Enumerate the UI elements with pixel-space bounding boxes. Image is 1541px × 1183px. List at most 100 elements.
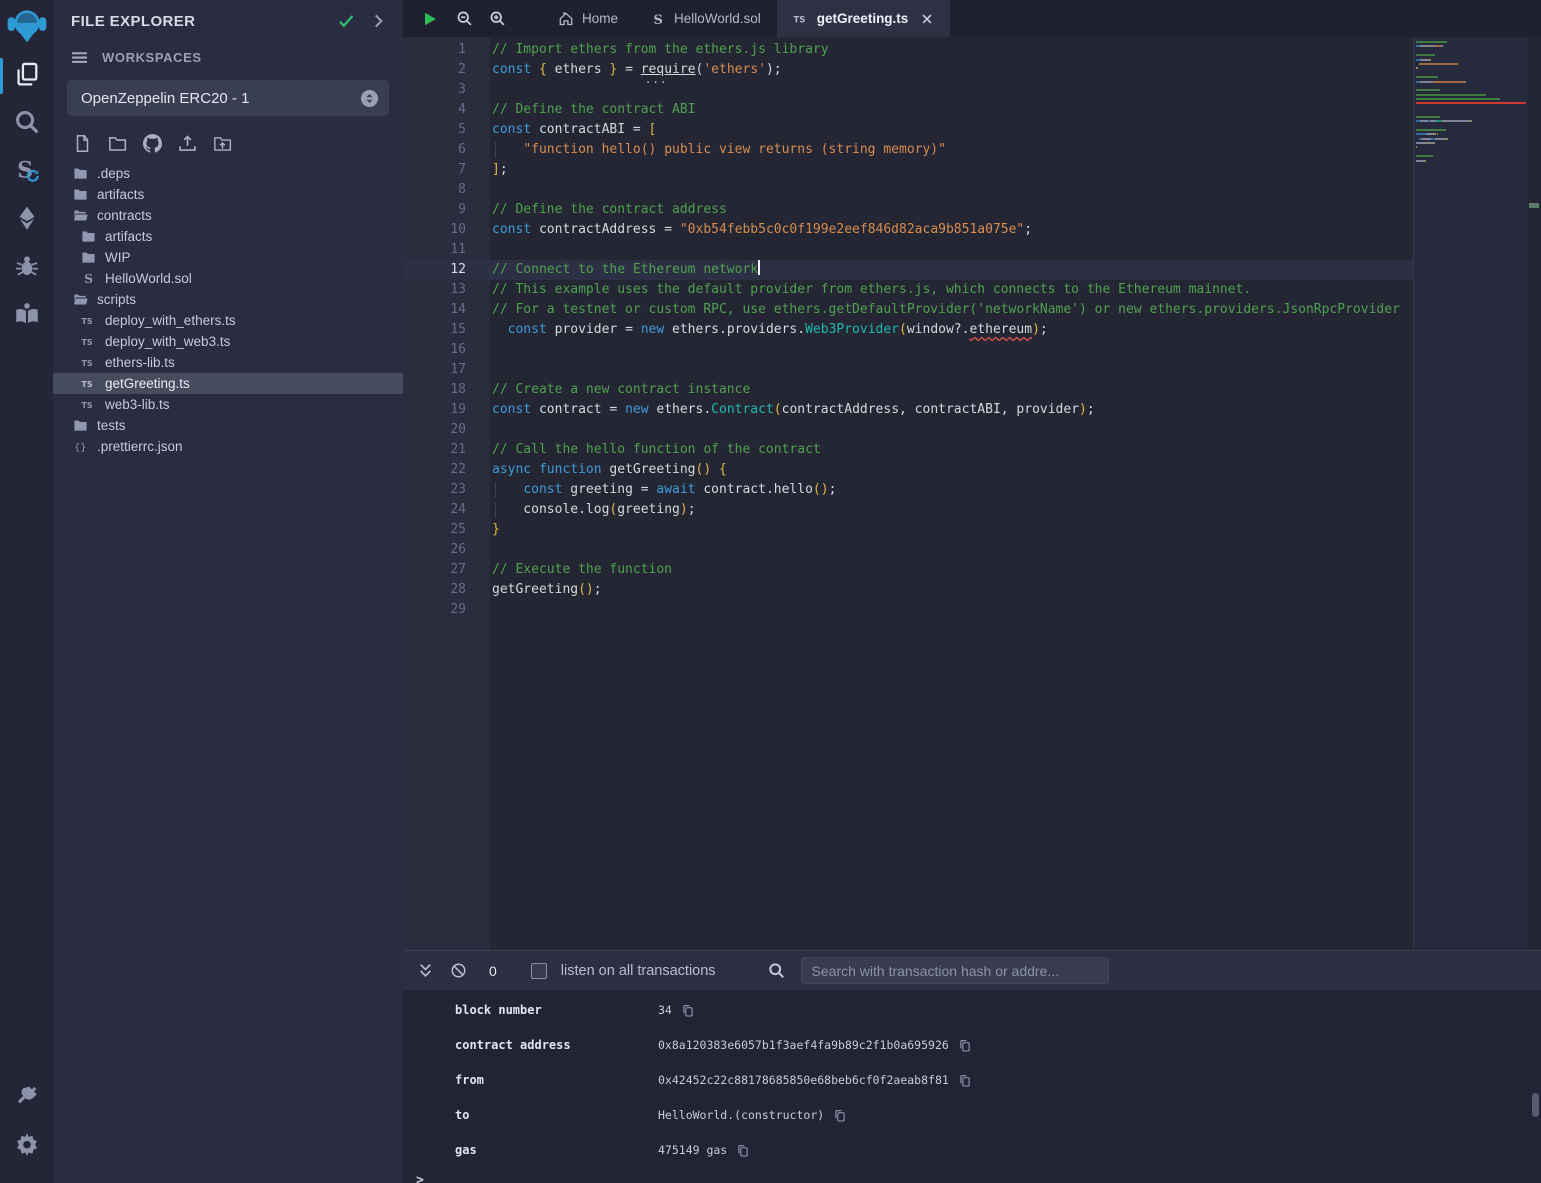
tree-item-deploy-with-ethers-ts[interactable]: TSdeploy_with_ethers.ts <box>53 310 403 331</box>
code-line-27[interactable]: 27 // Execute the function <box>403 560 1413 580</box>
chevron-right-icon[interactable] <box>369 12 387 30</box>
overview-ruler[interactable] <box>1528 37 1541 950</box>
upload-folder-button[interactable] <box>213 134 232 153</box>
code-line-10[interactable]: 10const contractAddress = "0xb54febb5c0c… <box>403 220 1413 240</box>
activity-item-settings[interactable] <box>0 1125 53 1169</box>
terminal-scrollbar-thumb[interactable] <box>1532 1093 1539 1117</box>
line-content: // This example uses the default provide… <box>492 280 1251 300</box>
tx-detail-value: 475149 gas <box>658 1143 727 1157</box>
clear-console-icon[interactable] <box>450 962 467 979</box>
code-line-6[interactable]: 6 "function hello() public view returns … <box>403 140 1413 160</box>
tab-helloworld-sol[interactable]: SHelloWorld.sol <box>634 0 777 37</box>
tree-item-wip[interactable]: WIP <box>53 247 403 268</box>
code-line-11[interactable]: 11 <box>403 240 1413 260</box>
workspaces-menu-icon[interactable] <box>71 49 88 66</box>
code-line-4[interactable]: 4// Define the contract ABI <box>403 100 1413 120</box>
tree-item-label: getGreeting.ts <box>105 376 190 391</box>
activity-item-file-explorer[interactable] <box>0 54 53 98</box>
copy-icon[interactable] <box>736 1143 750 1157</box>
accept-check-icon[interactable] <box>337 12 355 30</box>
activity-item-debugger[interactable] <box>0 246 53 290</box>
code-line-8[interactable]: 8 <box>403 180 1413 200</box>
tree-item-web3-lib-ts[interactable]: TSweb3-lib.ts <box>53 394 403 415</box>
activity-item-learneth[interactable] <box>0 294 53 338</box>
code-line-21[interactable]: 21// Call the hello function of the cont… <box>403 440 1413 460</box>
terminal-panel: 0 listen on all transactions block numbe… <box>403 950 1541 1183</box>
code-line-1[interactable]: 1// Import ethers from the ethers.js lib… <box>403 40 1413 60</box>
close-tab-icon[interactable] <box>920 12 934 26</box>
debugger-icon <box>14 253 40 284</box>
code-line-22[interactable]: 22async function getGreeting() { <box>403 460 1413 480</box>
copy-icon[interactable] <box>833 1108 847 1122</box>
zoom-out-button[interactable] <box>454 0 474 37</box>
activity-item-plugin-manager[interactable] <box>0 1077 53 1121</box>
code-line-26[interactable]: 26 <box>403 540 1413 560</box>
code-line-23[interactable]: 23 const greeting = await contract.hello… <box>403 480 1413 500</box>
tree-item-prettierrc-json[interactable]: {}.prettierrc.json <box>53 436 403 457</box>
tree-item-helloworld-sol[interactable]: SHelloWorld.sol <box>53 268 403 289</box>
line-number: 21 <box>403 440 466 460</box>
tree-item-tests[interactable]: tests <box>53 415 403 436</box>
code-line-5[interactable]: 5const contractABI = [ <box>403 120 1413 140</box>
code-area[interactable]: 1// Import ethers from the ethers.js lib… <box>403 37 1413 950</box>
tab-getgreeting-ts[interactable]: TSgetGreeting.ts <box>777 0 951 37</box>
tree-item-deps[interactable]: .deps <box>53 163 403 184</box>
code-line-24[interactable]: 24 console.log(greeting); <box>403 500 1413 520</box>
workspace-selector[interactable]: OpenZeppelin ERC20 - 1 <box>67 80 389 116</box>
tree-item-scripts[interactable]: scripts <box>53 289 403 310</box>
code-line-7[interactable]: 7]; <box>403 160 1413 180</box>
code-line-29[interactable]: 29 <box>403 600 1413 620</box>
terminal-prompt[interactable]: > <box>403 1167 1541 1183</box>
workspace-name: OpenZeppelin ERC20 - 1 <box>81 90 360 107</box>
upload-files-button[interactable] <box>178 134 197 153</box>
line-content: const { ethers } = require('ethers'); <box>492 60 782 80</box>
code-line-13[interactable]: 13// This example uses the default provi… <box>403 280 1413 300</box>
line-content: // Execute the function <box>492 560 672 580</box>
create-new-folder-button[interactable] <box>108 134 127 153</box>
code-line-20[interactable]: 20 <box>403 420 1413 440</box>
code-line-18[interactable]: 18// Create a new contract instance <box>403 380 1413 400</box>
code-line-12[interactable]: 12// Connect to the Ethereum network <box>403 260 1413 280</box>
code-editor[interactable]: 1// Import ethers from the ethers.js lib… <box>403 37 1541 950</box>
terminal-output: block number34contract address0x8a120383… <box>403 990 1541 1167</box>
code-line-14[interactable]: 14// For a testnet or custom RPC, use et… <box>403 300 1413 320</box>
zoom-in-button[interactable] <box>487 0 507 37</box>
activity-item-deploy-and-run[interactable] <box>0 198 53 242</box>
activity-item-solidity-compiler[interactable]: S <box>0 150 53 194</box>
tree-item-getgreeting-ts[interactable]: TSgetGreeting.ts <box>53 373 403 394</box>
terminal-search-input[interactable] <box>801 957 1109 984</box>
expand-terminal-icon[interactable] <box>417 962 434 979</box>
code-line-19[interactable]: 19const contract = new ethers.Contract(c… <box>403 400 1413 420</box>
line-number: 27 <box>403 560 466 580</box>
minimap-line <box>1416 94 1527 96</box>
tree-item-artifacts[interactable]: artifacts <box>53 184 403 205</box>
code-line-16[interactable]: 16 <box>403 340 1413 360</box>
folder-icon <box>73 418 88 433</box>
code-line-2[interactable]: 2const { ethers } = require('ethers'); <box>403 60 1413 80</box>
editor-tabs: HomeSHelloWorld.solTSgetGreeting.ts <box>542 0 950 37</box>
tree-item-deploy-with-web3-ts[interactable]: TSdeploy_with_web3.ts <box>53 331 403 352</box>
create-new-file-button[interactable] <box>73 134 92 153</box>
tree-item-ethers-lib-ts[interactable]: TSethers-lib.ts <box>53 352 403 373</box>
activity-item-search[interactable] <box>0 102 53 146</box>
code-line-17[interactable]: 17 <box>403 360 1413 380</box>
activity-item-remix-logo[interactable] <box>0 6 53 50</box>
copy-icon[interactable] <box>958 1073 972 1087</box>
copy-icon[interactable] <box>958 1038 972 1052</box>
copy-icon[interactable] <box>681 1003 695 1017</box>
tree-item-artifacts[interactable]: artifacts <box>53 226 403 247</box>
code-line-3[interactable]: 3 <box>403 80 1413 100</box>
tab-home[interactable]: Home <box>542 0 634 37</box>
publish-to-github-button[interactable] <box>143 134 162 153</box>
code-line-15[interactable]: 15 const provider = new ethers.providers… <box>403 320 1413 340</box>
solidity-compiler-icon: S <box>14 157 40 188</box>
svg-text:TS: TS <box>793 15 805 25</box>
code-line-9[interactable]: 9// Define the contract address <box>403 200 1413 220</box>
code-line-25[interactable]: 25} <box>403 520 1413 540</box>
minimap[interactable] <box>1413 37 1528 950</box>
run-script-button[interactable] <box>420 0 440 37</box>
code-line-28[interactable]: 28getGreeting(); <box>403 580 1413 600</box>
remix-logo-icon <box>7 6 47 51</box>
listen-transactions-checkbox[interactable] <box>531 963 547 979</box>
tree-item-contracts[interactable]: contracts <box>53 205 403 226</box>
